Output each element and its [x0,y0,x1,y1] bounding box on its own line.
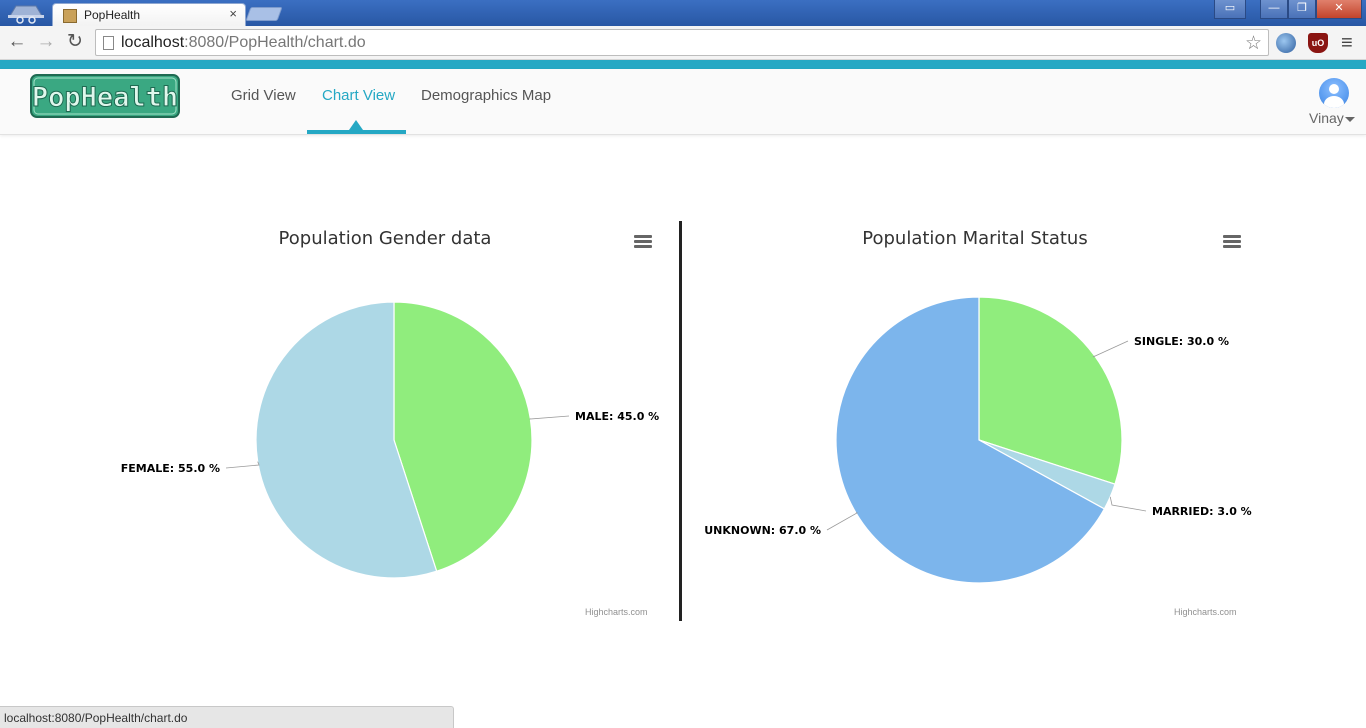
connector-single [1092,340,1129,358]
connector-male [529,415,570,420]
active-tab-caret [349,120,363,130]
user-menu-caret-icon[interactable] [1345,117,1355,122]
nav-grid-view[interactable]: Grid View [231,87,296,104]
marital-pie-svg: SINGLE: 30.0 % MARRIED: 3.0 % UNKNOWN: 67.… [704,296,1252,584]
window-extra-button[interactable]: ▭ [1214,0,1246,19]
pophealth-logo[interactable]: PopHealth [30,73,180,121]
nav-demographics-map[interactable]: Demographics Map [421,87,551,104]
gender-chart-credits[interactable]: Highcharts.com [585,607,648,617]
browser-menu-icon[interactable]: ≡ [1341,32,1353,55]
svg-text:PopHealth: PopHealth [32,82,178,113]
window-minimize-button[interactable]: — [1260,0,1288,19]
app-header: PopHealth Grid View Chart View Demograph… [0,69,1366,135]
user-avatar-icon[interactable] [1319,78,1349,108]
browser-toolbar: ← → ↻ localhost:8080/PopHealth/chart.do … [0,26,1366,60]
slice-label-single: SINGLE: 30.0 % [1134,335,1229,348]
tab-favicon-icon [63,9,77,23]
incognito-icon [8,5,44,24]
gender-chart: Population Gender data MALE: 45.0 % FEMAL… [105,215,665,625]
slice-label-male: MALE: 45.0 % [575,410,659,423]
slice-label-female: FEMALE: 55.0 % [121,462,220,475]
nav-chart-view[interactable]: Chart View [322,87,395,104]
chart-divider [679,221,682,621]
marital-chart: Population Marital Status SINGLE: 30.0 %… [690,215,1260,625]
slice-label-married: MARRIED: 3.0 % [1152,505,1252,518]
ublock-extension-icon[interactable]: uO [1308,33,1328,53]
slice-label-unknown: UNKNOWN: 67.0 % [704,524,821,537]
header-accent-bar [0,60,1366,69]
bookmark-star-icon[interactable]: ☆ [1245,32,1262,55]
page-icon [103,36,114,50]
reload-icon[interactable]: ↻ [64,31,86,53]
url-text[interactable]: localhost:8080/PopHealth/chart.do [121,34,366,52]
connector-unknown [826,512,859,531]
address-bar[interactable]: localhost:8080/PopHealth/chart.do ☆ [95,29,1269,56]
browser-titlebar: PopHealth × ▭ — ❐ ✕ [0,0,1366,27]
browser-tab[interactable]: PopHealth × [52,3,246,27]
marital-chart-credits[interactable]: Highcharts.com [1174,607,1237,617]
window-maximize-button[interactable]: ❐ [1288,0,1316,19]
user-menu[interactable]: Vinay [1309,110,1344,126]
back-arrow-icon[interactable]: ← [6,31,28,53]
tab-title: PopHealth [84,8,141,22]
new-tab-button[interactable] [245,7,283,21]
tab-close-icon[interactable]: × [229,6,237,21]
window-close-button[interactable]: ✕ [1316,0,1362,19]
globe-extension-icon[interactable] [1276,33,1296,53]
status-bubble: localhost:8080/PopHealth/chart.do [0,706,454,728]
gender-pie-svg: MALE: 45.0 % FEMALE: 55.0 % [121,301,659,579]
connector-married [1109,496,1147,512]
status-url: localhost:8080/PopHealth/chart.do [4,711,188,725]
active-tab-underline [307,130,406,134]
connector-female [225,461,260,469]
forward-arrow-icon[interactable]: → [35,31,57,53]
